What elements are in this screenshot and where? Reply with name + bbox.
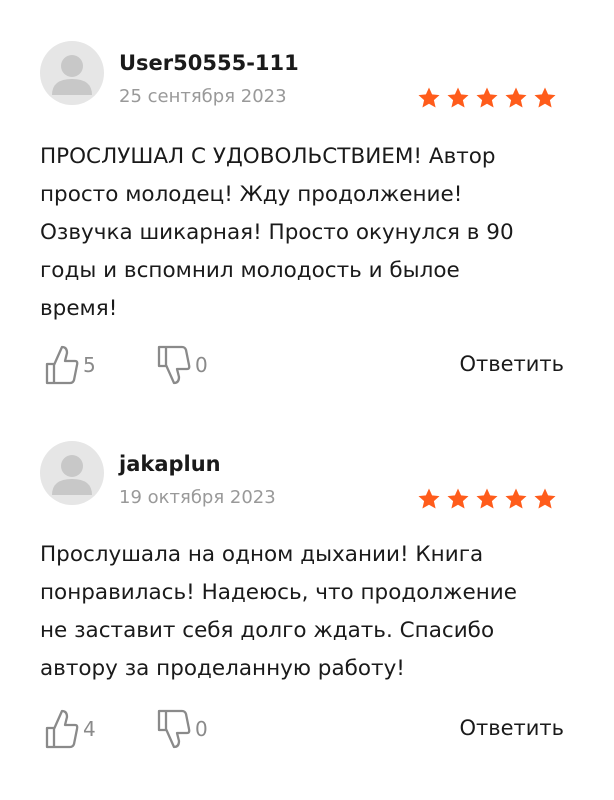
rating-stars xyxy=(417,487,557,511)
like-button[interactable]: 4 xyxy=(44,707,96,751)
review-text-line: понравилась! Надеюсь, что продолжение xyxy=(40,580,517,605)
like-button[interactable]: 5 xyxy=(44,343,96,387)
review-date: 25 сентября 2023 xyxy=(119,86,287,107)
star-icon xyxy=(418,87,440,108)
review-text: ПРОСЛУШАЛ С УДОВОЛЬСТВИЕМ! Автор просто … xyxy=(40,138,580,328)
dislike-count: 0 xyxy=(195,353,208,377)
star-icon xyxy=(505,488,527,509)
thumbs-down-icon xyxy=(157,345,191,385)
review-text-line: годы и вспомнил молодость и былое xyxy=(40,258,460,283)
review-text-line: не заставит себя долго ждать. Спасибо xyxy=(40,618,495,643)
review-username[interactable]: User50555-111 xyxy=(119,51,299,75)
review-username[interactable]: jakaplun xyxy=(119,452,221,476)
like-count: 5 xyxy=(83,353,96,377)
review-text-line: автору за проделанную работу! xyxy=(40,656,405,681)
user-avatar-icon[interactable] xyxy=(40,441,104,505)
star-icon xyxy=(534,488,556,509)
review-date: 19 октября 2023 xyxy=(119,487,276,508)
review-text-line: ПРОСЛУШАЛ С УДОВОЛЬСТВИЕМ! Автор xyxy=(40,144,496,169)
dislike-count: 0 xyxy=(195,717,208,741)
star-icon xyxy=(418,488,440,509)
star-icon xyxy=(447,488,469,509)
review-text-line: просто молодец! Жду продолжение! xyxy=(40,182,463,207)
thumbs-up-icon xyxy=(45,709,79,749)
star-icon xyxy=(447,87,469,108)
reply-button[interactable]: Ответить xyxy=(459,352,564,376)
dislike-button[interactable]: 0 xyxy=(156,343,208,387)
star-icon xyxy=(476,87,498,108)
star-icon xyxy=(534,87,556,108)
reply-button[interactable]: Ответить xyxy=(459,716,564,740)
review-text-line: Прослушала на одном дыхании! Книга xyxy=(40,542,484,567)
thumbs-down-icon xyxy=(157,709,191,749)
thumbs-up-icon xyxy=(45,345,79,385)
review-text: Прослушала на одном дыхании! Книга понра… xyxy=(40,536,580,688)
star-icon xyxy=(476,488,498,509)
rating-stars xyxy=(417,86,557,110)
dislike-button[interactable]: 0 xyxy=(156,707,208,751)
star-icon xyxy=(505,87,527,108)
like-count: 4 xyxy=(83,717,96,741)
review-text-line: время! xyxy=(40,296,118,321)
review-text-line: Озвучка шикарная! Просто окунулся в 90 xyxy=(40,220,514,245)
user-avatar-icon[interactable] xyxy=(40,41,104,105)
